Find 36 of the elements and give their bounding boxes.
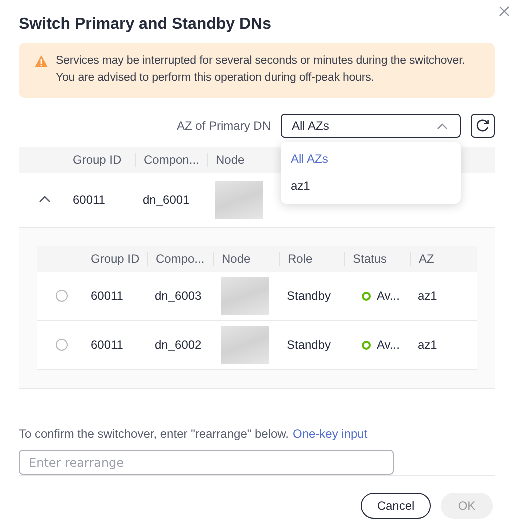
radio-button[interactable] bbox=[56, 339, 68, 351]
table-cell-text: Standby bbox=[286, 289, 332, 303]
confirm-input-field[interactable]: Enter rearrange bbox=[19, 450, 394, 475]
table-cell-text: dn_6002 bbox=[154, 338, 203, 352]
confirm-instruction: To confirm the switchover, enter "rearrange" below. bbox=[19, 427, 289, 441]
warning-message: Services may be interrupted for several seconds or minutes during the switchover. You are advised to perform this operation during off-peak hours. bbox=[56, 54, 466, 86]
cancel-button[interactable]: Cancel bbox=[361, 493, 431, 519]
table-cell-text: 60011 bbox=[72, 193, 106, 207]
filter-label: AZ of Primary DN bbox=[176, 119, 271, 133]
one-key-input-link[interactable]: One-key input bbox=[292, 427, 368, 441]
dialog-title: Switch Primary and Standby DNs bbox=[19, 16, 273, 34]
column-header: Group ID bbox=[72, 153, 123, 167]
column-header: Compon... bbox=[135, 153, 207, 167]
column-header: Group ID bbox=[90, 252, 141, 266]
column-header: Node bbox=[213, 252, 279, 266]
table-cell-text: dn_6001 bbox=[142, 193, 191, 207]
table-cell-text: 60011 bbox=[90, 338, 124, 352]
dropdown-option[interactable]: az1 bbox=[281, 173, 461, 200]
table-cell-text: az1 bbox=[417, 338, 438, 352]
refresh-icon bbox=[476, 119, 490, 133]
column-header: Role bbox=[279, 252, 344, 266]
table-cell-text: Standby bbox=[286, 338, 332, 352]
status-text: Av... bbox=[377, 289, 400, 303]
table-cell-text: dn_6003 bbox=[154, 289, 203, 303]
collapse-icon[interactable] bbox=[39, 195, 51, 204]
table-cell-text: az1 bbox=[417, 289, 438, 303]
refresh-button[interactable] bbox=[471, 114, 495, 138]
radio-button[interactable] bbox=[56, 290, 68, 302]
status-text: Av... bbox=[377, 338, 400, 352]
column-header: AZ bbox=[410, 252, 477, 266]
dropdown-option[interactable]: All AZs bbox=[281, 146, 461, 173]
az-dropdown[interactable]: All AZs bbox=[281, 114, 461, 138]
column-header: Status bbox=[344, 252, 410, 266]
close-icon[interactable] bbox=[499, 6, 510, 17]
column-header: Compo... bbox=[147, 252, 213, 266]
table-cell-text: 60011 bbox=[90, 289, 124, 303]
